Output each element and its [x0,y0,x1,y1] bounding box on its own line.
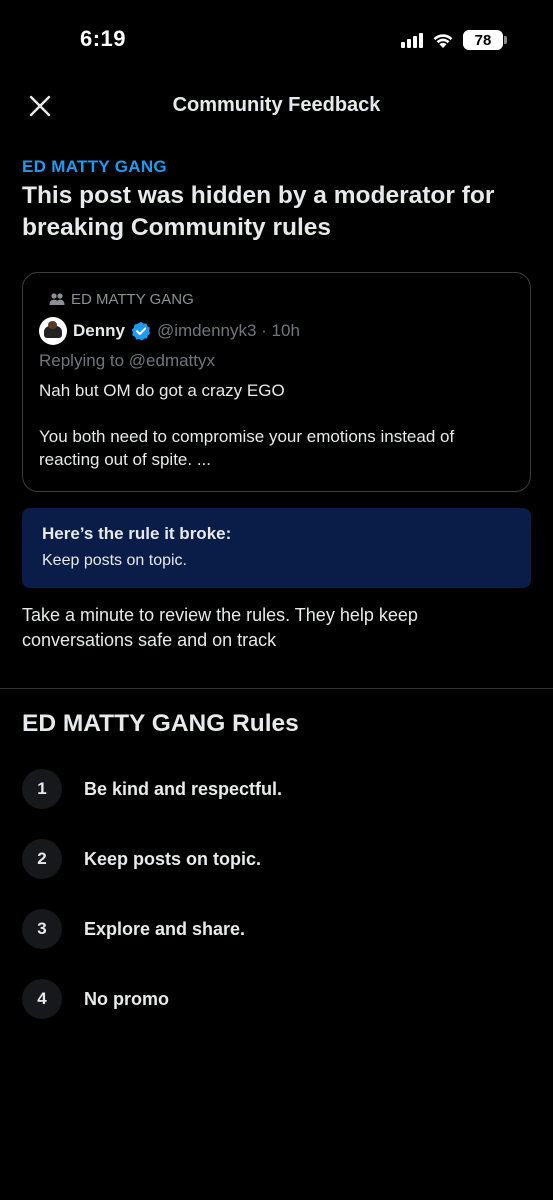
rule-item: 4 No promo [22,979,531,1019]
wifi-icon [433,34,453,48]
rule-broken-title: Here’s the rule it broke: [42,524,232,543]
post-community-label: ED MATTY GANG [49,289,514,309]
rule-label: No promo [84,988,169,1009]
avatar[interactable] [39,317,67,345]
rules-list: 1 Be kind and respectful. 2 Keep posts o… [22,769,531,1049]
status-icons: 78 [401,30,507,50]
verified-badge-icon [131,321,151,341]
status-time: 6:19 [80,26,127,51]
rule-label: Explore and share. [84,918,246,939]
post-text-line: Nah but OM do got a crazy EGO [39,381,285,400]
post-community-name: ED MATTY GANG [71,290,194,308]
page-title: Community Feedback [172,94,381,116]
post-text: Nah but OM do got a crazy EGO You both n… [39,379,514,471]
rules-heading: ED MATTY GANG Rules [22,710,299,737]
rule-broken-box: Here’s the rule it broke: Keep posts on … [22,508,531,588]
review-rules-text: Take a minute to review the rules. They … [22,605,418,650]
people-icon [49,293,65,305]
author-handle: @imdennyk3 · 10h [156,321,300,340]
rule-label: Be kind and respectful. [84,778,283,799]
battery-level: 78 [474,31,492,49]
rule-number: 4 [22,979,62,1019]
battery-icon: 78 [463,30,507,50]
status-bar: 6:19 78 [0,0,553,80]
rule-number: 1 [22,769,62,809]
cellular-signal-icon [401,32,423,48]
rule-item: 3 Explore and share. [22,909,531,949]
hidden-post-heading: This post was hidden by a moderator for … [22,182,495,241]
post-author-row: Denny @imdennyk3 · 10h [39,317,514,345]
author-name[interactable]: Denny [73,321,125,341]
rule-number: 3 [22,909,62,949]
divider [0,688,553,689]
screen: 6:19 78 Community Feedback ED MATTY GANG… [0,0,553,1200]
replying-to: Replying to @edmattyx [39,351,216,370]
rule-label: Keep posts on topic. [84,848,262,869]
header: Community Feedback [0,80,553,132]
rule-broken-text: Keep posts on topic. [42,552,187,569]
rule-number: 2 [22,839,62,879]
community-name-link[interactable]: ED MATTY GANG [22,157,531,177]
post-text-line: You both need to compromise your emotion… [39,427,455,469]
rule-item: 1 Be kind and respectful. [22,769,531,809]
rule-item: 2 Keep posts on topic. [22,839,531,879]
hidden-post-card[interactable]: ED MATTY GANG Denny @imdennyk3 · 10h Rep… [22,272,531,492]
